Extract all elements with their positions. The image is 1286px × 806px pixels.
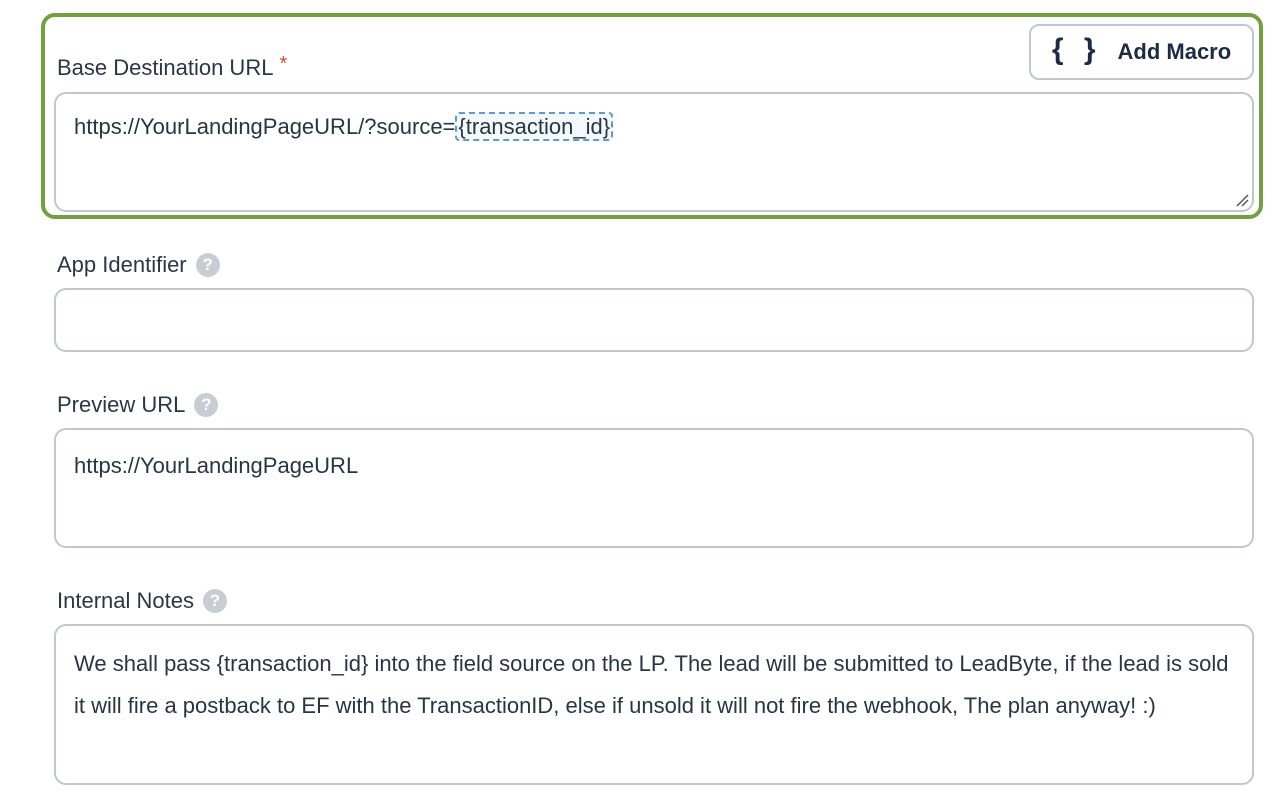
add-macro-button[interactable]: { } Add Macro <box>1029 24 1254 80</box>
base-destination-url-label-text: Base Destination URL <box>57 55 274 80</box>
app-identifier-label-text: App Identifier <box>57 252 187 277</box>
internal-notes-label-text: Internal Notes <box>57 588 194 613</box>
required-marker: * <box>279 52 288 75</box>
base-destination-url-text: https://YourLandingPageURL/?source= <box>74 114 456 139</box>
internal-notes-value: We shall pass {transaction_id} into the … <box>74 651 1229 718</box>
preview-url-value: https://YourLandingPageURL <box>74 453 359 478</box>
resize-grip-icon[interactable] <box>1235 193 1249 207</box>
preview-url-label: Preview URL ? <box>57 392 219 418</box>
transaction-id-macro-token[interactable]: {transaction_id} <box>455 112 614 141</box>
add-macro-label: Add Macro <box>1117 39 1232 64</box>
braces-icon: { } <box>1051 33 1102 66</box>
preview-url-field[interactable]: https://YourLandingPageURL <box>54 428 1254 548</box>
app-identifier-input[interactable] <box>54 288 1254 352</box>
base-destination-url-field[interactable]: https://YourLandingPageURL/?source= {tran… <box>54 92 1254 212</box>
help-icon[interactable]: ? <box>194 393 219 417</box>
app-identifier-label: App Identifier ? <box>57 252 220 278</box>
base-destination-url-label: Base Destination URL * <box>57 52 288 81</box>
help-icon[interactable]: ? <box>195 253 220 277</box>
preview-url-label-text: Preview URL <box>57 392 186 417</box>
help-icon[interactable]: ? <box>202 589 227 613</box>
internal-notes-field[interactable]: We shall pass {transaction_id} into the … <box>54 624 1254 785</box>
offer-destination-form: Base Destination URL * { } Add Macro htt… <box>0 0 1286 806</box>
internal-notes-label: Internal Notes ? <box>57 588 227 614</box>
